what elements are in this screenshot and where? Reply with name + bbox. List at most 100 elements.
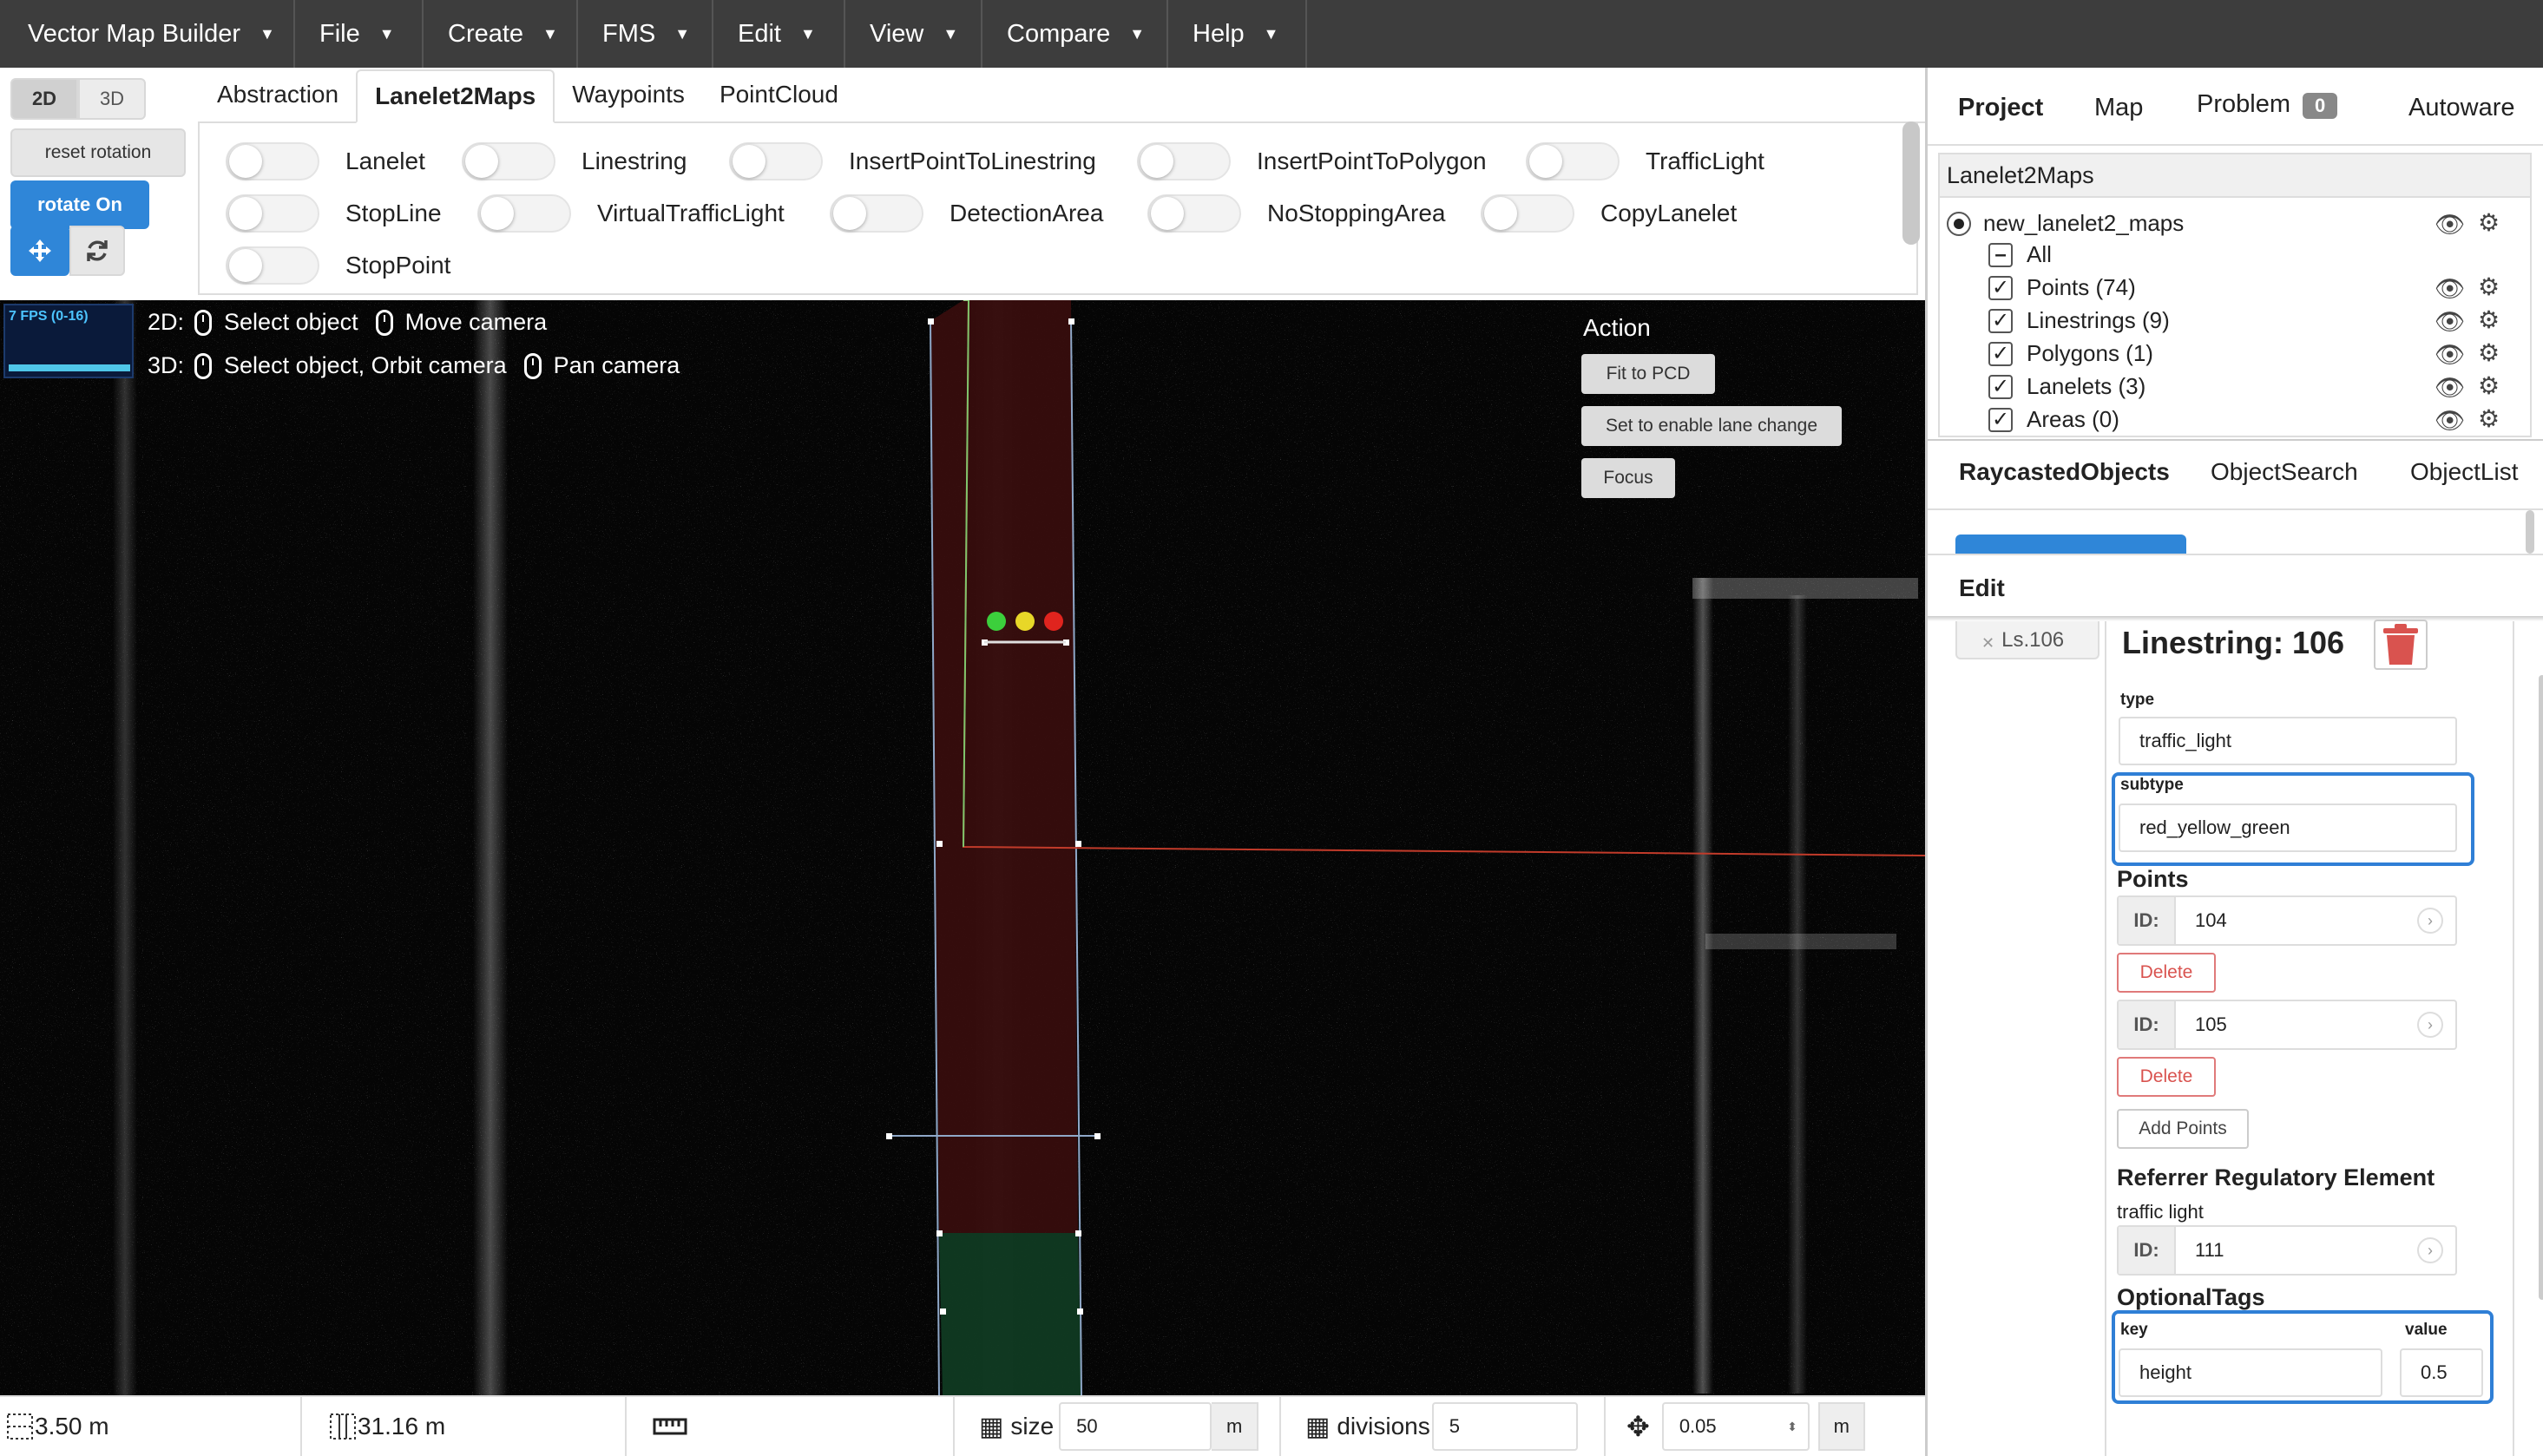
point-cloud-streak — [113, 300, 137, 1395]
menu-fms[interactable]: FMS ▼ — [578, 0, 713, 68]
gear-icon[interactable]: ⚙ — [2478, 338, 2500, 367]
gear-icon[interactable]: ⚙ — [2478, 208, 2500, 237]
point-row[interactable]: ID: 105 › — [2117, 1000, 2457, 1050]
eye-icon[interactable]: 👁 — [2435, 406, 2466, 435]
rotate-button[interactable]: rotate On — [10, 180, 149, 229]
checkbox[interactable]: ✓ — [1988, 308, 2013, 333]
copy-lanelet-switch[interactable] — [1481, 194, 1574, 233]
move-step-input[interactable]: 0.05 ⬍ — [1661, 1402, 1810, 1451]
mode-3d-button[interactable]: 3D — [78, 78, 146, 120]
reset-rotation-button[interactable]: reset rotation — [10, 128, 186, 177]
scrollbar[interactable] — [2526, 510, 2534, 554]
gear-icon[interactable]: ⚙ — [2478, 305, 2500, 334]
menu-app-title[interactable]: Vector Map Builder ▼ — [0, 0, 295, 68]
measure-tool[interactable] — [627, 1396, 953, 1456]
delete-object-button[interactable] — [2374, 620, 2428, 670]
add-points-button[interactable]: Add Points — [2117, 1109, 2249, 1149]
stop-point-switch[interactable] — [226, 246, 319, 285]
referrer-row[interactable]: ID: 111 › — [2117, 1225, 2457, 1276]
tab-map[interactable]: Map — [2094, 94, 2143, 122]
gear-icon[interactable]: ⚙ — [2478, 371, 2500, 400]
tree-item-linestrings[interactable]: ✓ Linestrings (9) — [1988, 307, 2170, 334]
fit-to-pcd-button[interactable]: Fit to PCD — [1581, 354, 1715, 394]
eye-icon[interactable]: 👁 — [2435, 373, 2466, 402]
move-mode-button[interactable] — [10, 226, 69, 276]
insert-point-to-polygon-switch[interactable] — [1137, 142, 1231, 180]
lanelet-area-green[interactable] — [939, 1233, 1081, 1395]
scale-a: 3.50 m — [0, 1396, 300, 1456]
eye-icon[interactable]: 👁 — [2435, 307, 2466, 336]
tag-value-input[interactable]: 0.5 — [2400, 1348, 2483, 1397]
subtype-input[interactable]: red_yellow_green — [2119, 803, 2457, 852]
tree-item-polygons[interactable]: ✓ Polygons (1) — [1988, 340, 2153, 367]
delete-point-button[interactable]: Delete — [2117, 953, 2216, 993]
menu-label: FMS — [602, 19, 656, 48]
tab-pointcloud[interactable]: PointCloud — [702, 68, 856, 121]
menu-file[interactable]: File ▼ — [295, 0, 424, 68]
linestring-switch[interactable] — [462, 142, 555, 180]
point-row[interactable]: ID: 104 › — [2117, 895, 2457, 946]
detection-area-switch[interactable] — [830, 194, 923, 233]
raycasted-result-tab[interactable] — [1955, 535, 2186, 554]
mode-2d-button[interactable]: 2D — [10, 78, 78, 120]
tree-item-areas[interactable]: ✓ Areas (0) — [1988, 406, 2119, 433]
enable-lane-change-button[interactable]: Set to enable lane change — [1581, 406, 1842, 446]
grid-divisions-input[interactable]: 5 — [1431, 1402, 1578, 1451]
chevron-right-icon[interactable]: › — [2417, 1012, 2443, 1038]
eye-icon[interactable]: 👁 — [2435, 340, 2466, 369]
insert-point-to-linestring-switch[interactable] — [729, 142, 823, 180]
move-arrows-icon: ✥ — [1626, 1411, 1650, 1442]
tab-lanelet2maps[interactable]: Lanelet2Maps — [356, 69, 555, 123]
virtual-traffic-light-switch[interactable] — [477, 194, 571, 233]
tab-abstraction[interactable]: Abstraction — [200, 68, 356, 121]
object-side-tab[interactable]: ✕ Ls.106 — [1955, 621, 2099, 659]
menu-edit[interactable]: Edit ▼ — [713, 0, 845, 68]
eye-icon[interactable]: 👁 — [2435, 210, 2466, 239]
grid-size-input[interactable]: 50 — [1059, 1402, 1212, 1451]
tab-project[interactable]: Project — [1958, 94, 2043, 122]
tab-autoware[interactable]: Autoware — [2408, 94, 2515, 122]
menu-create[interactable]: Create ▼ — [424, 0, 578, 68]
delete-point-button[interactable]: Delete — [2117, 1057, 2216, 1097]
stop-line-switch[interactable] — [226, 194, 319, 233]
tree-root-row[interactable]: new_lanelet2_maps — [1947, 210, 2184, 237]
eye-icon[interactable]: 👁 — [2435, 274, 2466, 303]
all-checkbox[interactable]: – — [1988, 242, 2013, 267]
menu-view[interactable]: View ▼ — [845, 0, 982, 68]
scrollbar[interactable] — [2539, 675, 2543, 1300]
gear-icon[interactable]: ⚙ — [2478, 272, 2500, 301]
type-input[interactable]: traffic_light — [2119, 717, 2457, 765]
chevron-right-icon[interactable]: › — [2417, 908, 2443, 934]
menu-help[interactable]: Help ▼ — [1168, 0, 1307, 68]
gear-icon[interactable]: ⚙ — [2478, 404, 2500, 433]
tree-item-points[interactable]: ✓ Points (74) — [1988, 274, 2136, 301]
map-viewport[interactable]: 7 FPS (0-16) 2D: Select object Move came… — [0, 300, 1925, 1395]
point-cloud-streak — [1692, 578, 1713, 1394]
focus-button[interactable]: Focus — [1581, 458, 1675, 498]
tree-all-row[interactable]: – All — [1988, 241, 2052, 268]
checkbox[interactable]: ✓ — [1988, 407, 2013, 432]
tab-waypoints[interactable]: Waypoints — [555, 68, 702, 121]
tab-object-search[interactable]: ObjectSearch — [2211, 458, 2358, 486]
no-stopping-area-switch[interactable] — [1147, 194, 1241, 233]
tab-object-list[interactable]: ObjectList — [2410, 458, 2519, 486]
chevron-right-icon[interactable]: › — [2417, 1237, 2443, 1263]
root-radio[interactable] — [1947, 211, 1971, 236]
checkbox[interactable]: ✓ — [1988, 374, 2013, 399]
toggles-scrollbar[interactable] — [1902, 121, 1920, 245]
lanelet-switch[interactable] — [226, 142, 319, 180]
point-id: 105 — [2195, 1013, 2227, 1035]
rotate-mode-button[interactable] — [69, 226, 125, 276]
close-icon[interactable]: ✕ — [1981, 634, 1994, 653]
lanelet-area[interactable] — [930, 300, 1078, 1233]
menu-compare[interactable]: Compare ▼ — [982, 0, 1168, 68]
checkbox[interactable]: ✓ — [1988, 341, 2013, 366]
stepper-icon[interactable]: ⬍ — [1787, 1420, 1797, 1434]
hint-text: Select object — [224, 309, 358, 335]
tab-raycasted-objects[interactable]: RaycastedObjects — [1959, 458, 2170, 486]
tree-item-lanelets[interactable]: ✓ Lanelets (3) — [1988, 373, 2145, 400]
tab-problem[interactable]: Problem 0 — [2197, 90, 2338, 119]
traffic-light-switch[interactable] — [1526, 142, 1620, 180]
tag-key-input[interactable]: height — [2119, 1348, 2382, 1397]
checkbox[interactable]: ✓ — [1988, 275, 2013, 300]
